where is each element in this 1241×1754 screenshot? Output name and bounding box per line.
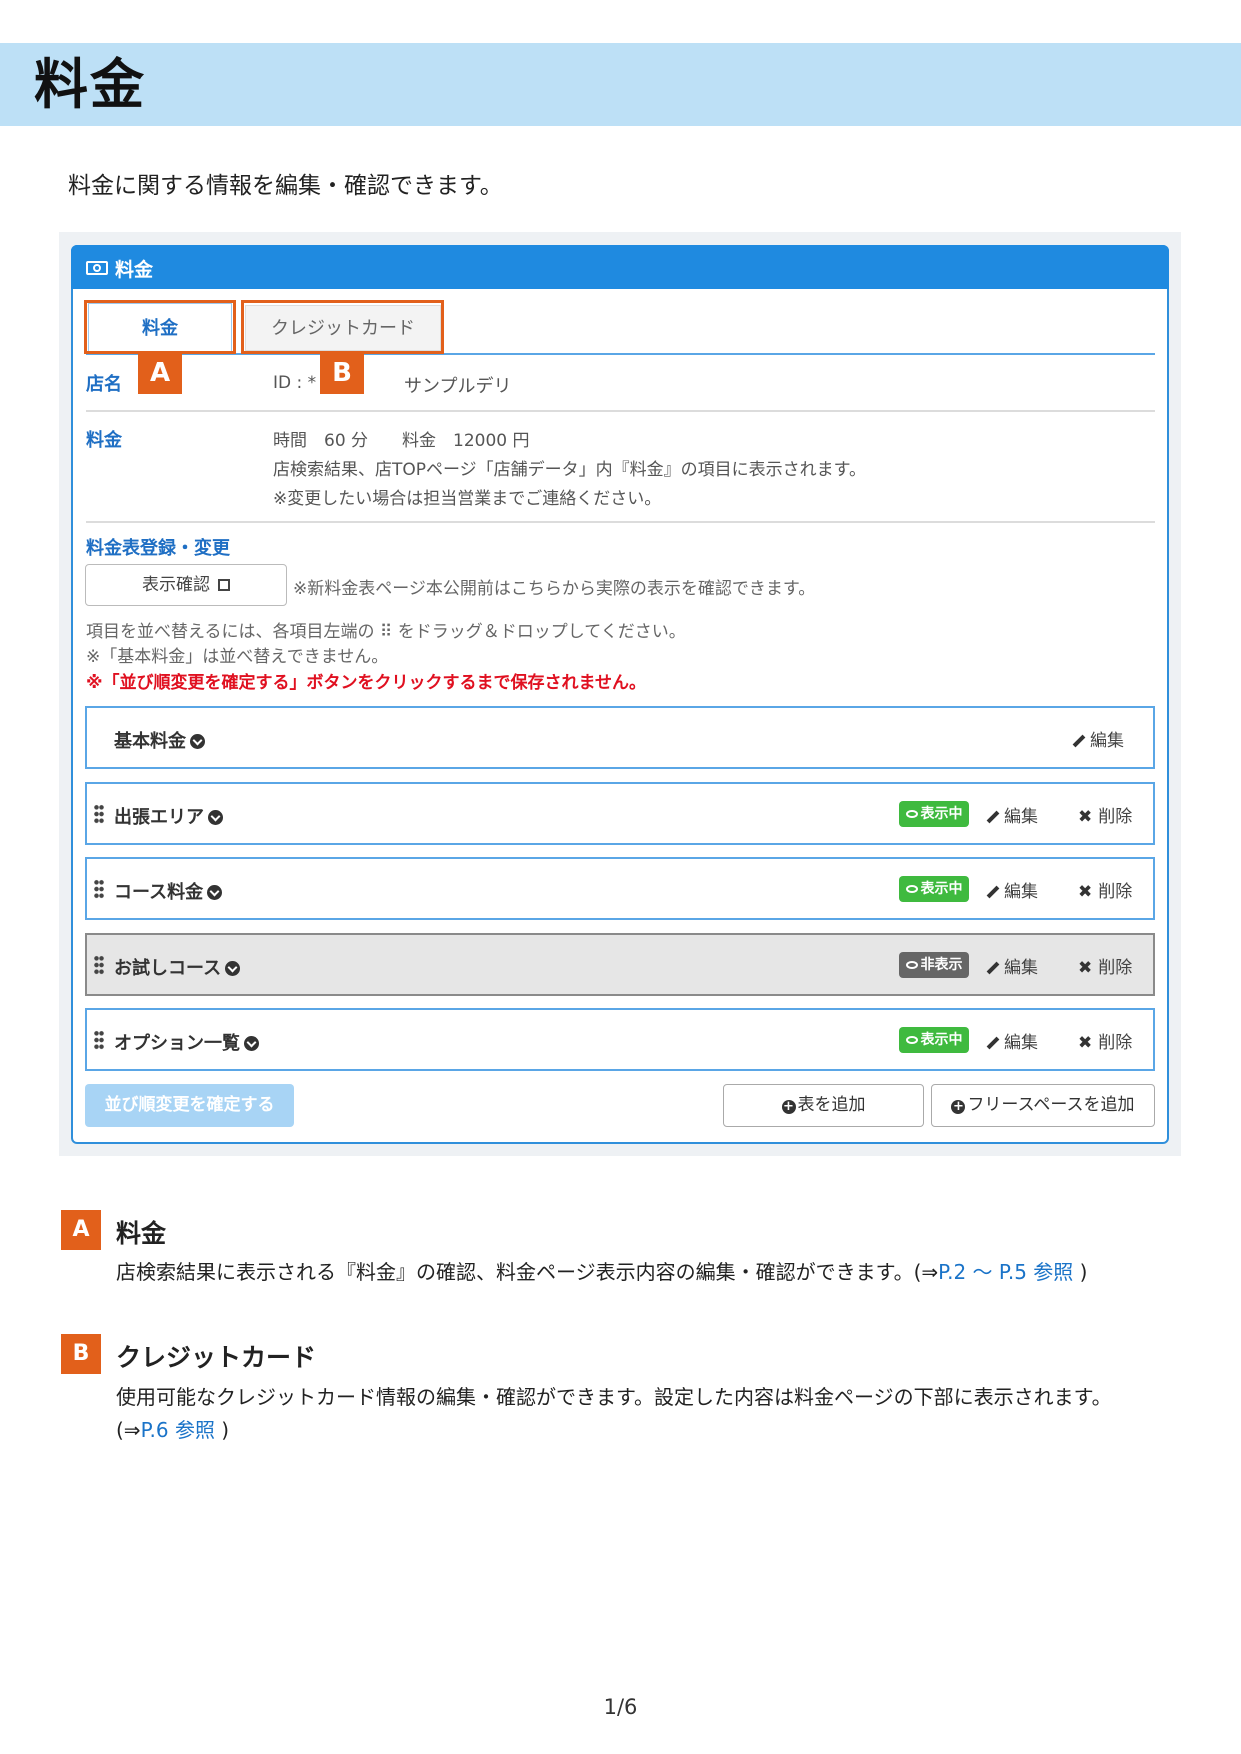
page-number: 1/6	[603, 1695, 638, 1719]
explanation-text-a: 店検索結果に表示される『料金』の確認、料金ページ表示内容の編集・確認ができます。…	[116, 1260, 1088, 1284]
store-name: サンプルデリ	[404, 376, 512, 397]
list-item-area: 出張エリア 表示中 編集 ✖ 削除	[85, 782, 1155, 845]
save-warning: ※「並び順変更を確定する」ボタンをクリックするまで保存されません。	[86, 673, 647, 693]
delete-button[interactable]: ✖ 削除	[1078, 953, 1132, 978]
list-item-options: オプション一覧 表示中 編集 ✖ 削除	[85, 1008, 1155, 1071]
basic-fee-note: ※「基本料金」は並べ替えできません。	[86, 647, 389, 667]
item-title[interactable]: 出張エリア	[114, 803, 223, 829]
eye-icon	[905, 885, 918, 893]
highlight-box-b	[241, 300, 444, 354]
edit-button[interactable]: 編集	[1072, 726, 1124, 751]
pencil-icon	[986, 885, 1000, 899]
close-icon: ✖	[1078, 882, 1093, 902]
pencil-icon	[1072, 734, 1086, 748]
fee-note: 店検索結果、店TOPページ「店舗データ」内『料金』の項目に表示されます。	[273, 460, 866, 480]
external-link-icon	[218, 579, 230, 591]
divider	[86, 410, 1155, 412]
eye-icon	[905, 810, 918, 818]
explanation-badge-b: B	[61, 1334, 101, 1374]
explanation-badge-a: A	[61, 1210, 101, 1250]
page-title: 料金	[34, 53, 146, 116]
highlight-box-a	[84, 300, 236, 354]
item-title[interactable]: 基本料金	[114, 727, 205, 753]
show-confirm-button[interactable]: 表示確認	[85, 564, 287, 606]
plus-circle-icon: +	[951, 1099, 966, 1114]
status-badge[interactable]: 非表示	[899, 952, 969, 978]
pencil-icon	[986, 1036, 1000, 1050]
panel-header	[71, 245, 1169, 289]
badge-b: B	[320, 352, 364, 394]
edit-button[interactable]: 編集	[986, 877, 1038, 902]
edit-button[interactable]: 編集	[986, 1028, 1038, 1053]
chevron-down-icon	[190, 734, 205, 749]
delete-button[interactable]: ✖ 削除	[1078, 1028, 1132, 1053]
add-free-space-button[interactable]: + フリースペースを追加	[931, 1084, 1155, 1127]
status-badge[interactable]: 表示中	[899, 876, 969, 902]
page-link[interactable]: P.2 〜 P.5 参照	[938, 1260, 1073, 1284]
item-title[interactable]: お試しコース	[114, 954, 241, 980]
item-title[interactable]: オプション一覧	[114, 1029, 259, 1055]
close-icon: ✖	[1078, 958, 1093, 978]
list-item-course: コース料金 表示中 編集 ✖ 削除	[85, 857, 1155, 920]
table-section-label: 料金表登録・変更	[86, 538, 230, 559]
pencil-icon	[986, 810, 1000, 824]
delete-button[interactable]: ✖ 削除	[1078, 877, 1132, 902]
store-label: 店名	[86, 374, 122, 395]
edit-button[interactable]: 編集	[986, 802, 1038, 827]
drag-handle-icon[interactable]	[94, 1030, 104, 1050]
status-badge[interactable]: 表示中	[899, 801, 969, 827]
show-confirm-note: ※新料金表ページ本公開前はこちらから実際の表示を確認できます。	[293, 579, 816, 599]
drag-handle-icon[interactable]	[94, 955, 104, 975]
fee-value: 時間 60 分 料金 12000 円	[273, 431, 530, 451]
money-icon	[86, 261, 108, 275]
pencil-icon	[986, 961, 1000, 975]
chevron-down-icon	[244, 1036, 259, 1051]
drag-handle-icon[interactable]	[94, 804, 104, 824]
close-icon: ✖	[1078, 807, 1093, 827]
add-table-button[interactable]: + 表を追加	[723, 1084, 924, 1127]
fee-contact-note: ※変更したい場合は担当営業までご連絡ください。	[273, 489, 662, 509]
chevron-down-icon	[225, 961, 241, 976]
panel-title: 料金	[115, 259, 154, 281]
status-badge[interactable]: 表示中	[899, 1027, 969, 1053]
explanation-title-a: 料金	[116, 1219, 167, 1248]
eye-off-icon	[905, 961, 918, 969]
explanation-title-b: クレジットカード	[116, 1343, 317, 1372]
chevron-down-icon	[207, 885, 223, 900]
list-item-trial-course: お試しコース 非表示 編集 ✖ 削除	[85, 933, 1155, 996]
store-id: ID : *	[273, 373, 317, 393]
page-link[interactable]: P.6 参照	[141, 1418, 215, 1442]
chevron-down-icon	[208, 810, 223, 825]
list-item-basic-fee: 基本料金 編集	[85, 706, 1155, 769]
plus-circle-icon: +	[781, 1099, 796, 1114]
title-band	[0, 43, 1241, 126]
intro-text: 料金に関する情報を編集・確認できます。	[68, 173, 503, 199]
divider	[86, 521, 1155, 523]
confirm-order-button[interactable]: 並び順変更を確定する	[85, 1084, 294, 1127]
delete-button[interactable]: ✖ 削除	[1078, 802, 1132, 827]
eye-icon	[905, 1036, 918, 1044]
edit-button[interactable]: 編集	[986, 953, 1038, 978]
item-title[interactable]: コース料金	[114, 878, 223, 904]
drag-handle-icon[interactable]	[94, 879, 104, 899]
show-confirm-label: 表示確認	[142, 575, 210, 595]
reorder-note: 項目を並べ替えるには、各項目左端の ⠿ をドラッグ＆ドロップしてください。	[86, 622, 686, 642]
explanation-text-b: 使用可能なクレジットカード情報の編集・確認ができます。設定した内容は料金ページの…	[116, 1385, 1112, 1442]
fee-label: 料金	[86, 430, 122, 451]
close-icon: ✖	[1078, 1033, 1093, 1053]
badge-a: A	[138, 352, 182, 394]
